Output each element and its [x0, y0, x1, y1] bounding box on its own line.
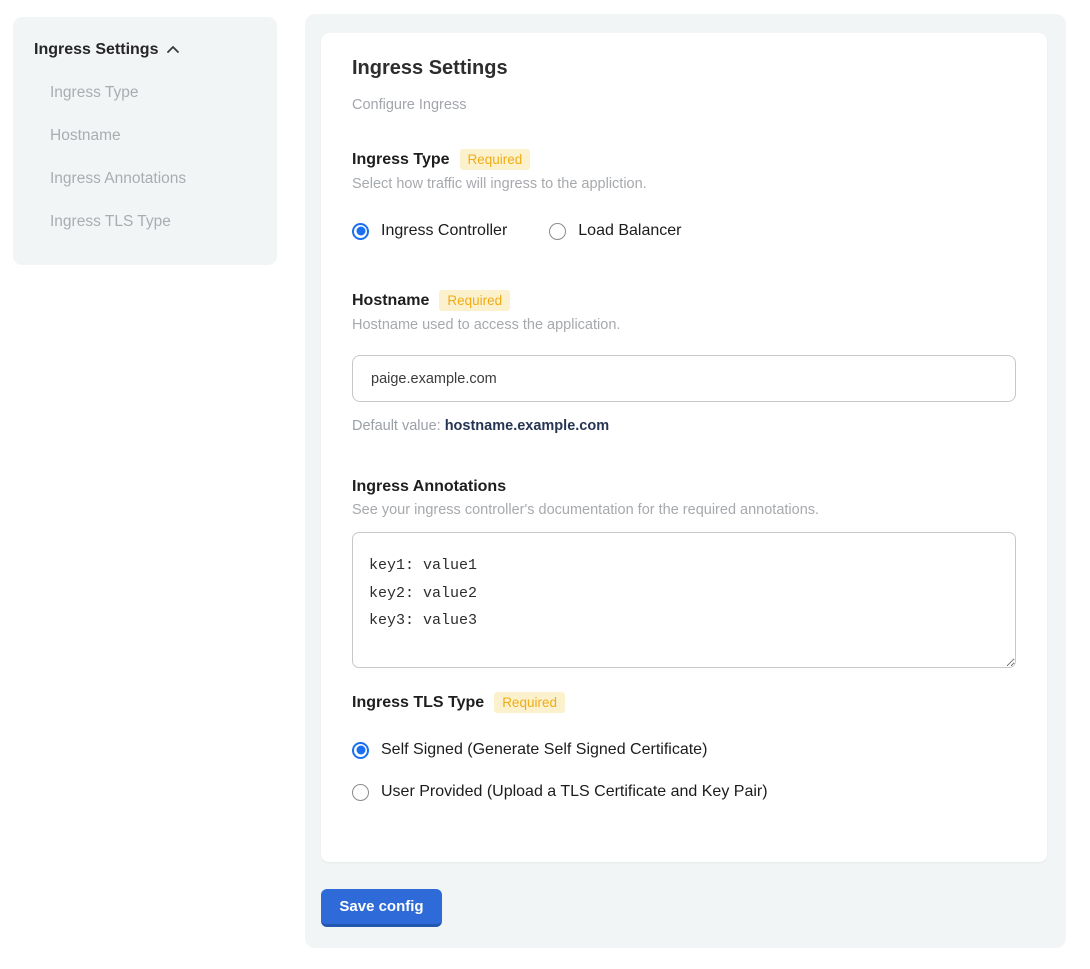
- required-badge: Required: [439, 290, 510, 311]
- ingress-settings-panel: Ingress Settings Configure Ingress Ingre…: [305, 14, 1066, 948]
- radio-unselected-icon[interactable]: [352, 784, 369, 801]
- required-badge: Required: [494, 692, 565, 713]
- radio-selected-icon[interactable]: [352, 742, 369, 759]
- radio-user-provided[interactable]: User Provided (Upload a TLS Certificate …: [352, 783, 1016, 801]
- sidebar-section-toggle[interactable]: Ingress Settings: [34, 41, 277, 59]
- hostname-description: Hostname used to access the application.: [352, 317, 1016, 333]
- page-title: Ingress Settings: [352, 57, 1016, 80]
- hostname-input[interactable]: [352, 355, 1016, 402]
- radio-load-balancer[interactable]: Load Balancer: [549, 222, 681, 240]
- default-value-label: Default value:: [352, 418, 445, 434]
- section-ingress-type: Ingress Type Required Select how traffic…: [352, 149, 1016, 240]
- radio-self-signed[interactable]: Self Signed (Generate Self Signed Certif…: [352, 741, 1016, 759]
- sidebar-item-ingress-type[interactable]: Ingress Type: [50, 84, 277, 102]
- required-badge: Required: [460, 149, 531, 170]
- default-value-text: hostname.example.com: [445, 418, 609, 434]
- sidebar-section-title: Ingress Settings: [34, 41, 158, 59]
- radio-ingress-controller[interactable]: Ingress Controller: [352, 222, 507, 240]
- sidebar-item-hostname[interactable]: Hostname: [50, 127, 277, 145]
- radio-label: Self Signed (Generate Self Signed Certif…: [381, 741, 707, 759]
- ingress-annotations-label: Ingress Annotations: [352, 478, 506, 496]
- radio-selected-icon[interactable]: [352, 223, 369, 240]
- ingress-annotations-description: See your ingress controller's documentat…: [352, 502, 1016, 518]
- radio-unselected-icon[interactable]: [549, 223, 566, 240]
- sidebar-item-ingress-annotations[interactable]: Ingress Annotations: [50, 170, 277, 188]
- sidebar-item-ingress-tls-type[interactable]: Ingress TLS Type: [50, 213, 277, 231]
- chevron-up-icon[interactable]: [166, 43, 180, 57]
- hostname-label: Hostname: [352, 292, 429, 310]
- settings-sidebar: Ingress Settings Ingress Type Hostname I…: [13, 17, 277, 265]
- ingress-tls-type-label: Ingress TLS Type: [352, 694, 484, 712]
- hostname-default-line: Default value: hostname.example.com: [352, 418, 1016, 434]
- ingress-annotations-textarea[interactable]: key1: value1 key2: value2 key3: value3: [352, 532, 1016, 668]
- radio-label: Ingress Controller: [381, 222, 507, 240]
- ingress-type-label: Ingress Type: [352, 151, 450, 169]
- section-hostname: Hostname Required Hostname used to acces…: [352, 290, 1016, 434]
- save-config-button[interactable]: Save config: [321, 889, 442, 927]
- radio-label: Load Balancer: [578, 222, 681, 240]
- radio-label: User Provided (Upload a TLS Certificate …: [381, 783, 768, 801]
- section-ingress-annotations: Ingress Annotations See your ingress con…: [352, 478, 1016, 668]
- page-subtitle: Configure Ingress: [352, 97, 1016, 113]
- ingress-settings-card: Ingress Settings Configure Ingress Ingre…: [321, 33, 1047, 862]
- ingress-type-description: Select how traffic will ingress to the a…: [352, 176, 1016, 192]
- section-ingress-tls-type: Ingress TLS Type Required Self Signed (G…: [352, 692, 1016, 801]
